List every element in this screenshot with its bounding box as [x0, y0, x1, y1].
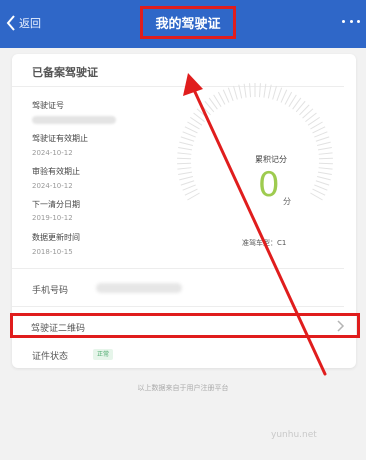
status-label: 证件状态 — [32, 352, 69, 362]
gauge-tick — [179, 141, 194, 147]
license-expiry-label: 驾驶证有效期止 — [32, 134, 88, 143]
score-value: 0 — [258, 165, 280, 205]
gauge-tick — [316, 141, 331, 147]
score-label: 累积记分 — [255, 155, 287, 164]
gauge-tick — [243, 83, 247, 98]
next-clear-date-label: 下一清分日期 — [32, 200, 80, 209]
divider — [12, 306, 344, 307]
back-label: 返回 — [19, 17, 41, 30]
gauge-tick — [179, 175, 194, 181]
page-title: 我的驾驶证 — [140, 6, 236, 39]
card-title: 已备案驾驶证 — [32, 66, 98, 79]
gauge-tick — [312, 126, 326, 134]
license-expiry-value: 2024-10-12 — [32, 149, 73, 157]
gauge-tick — [249, 83, 252, 98]
divider — [12, 268, 344, 269]
gauge-tick — [187, 192, 200, 201]
gauge-tick — [314, 131, 328, 138]
chevron-right-icon — [337, 320, 345, 332]
gauge-tick — [318, 167, 333, 170]
gauge-tick — [314, 184, 328, 191]
gauge-tick — [187, 121, 200, 130]
gauge-tick — [180, 136, 195, 142]
gauge-tick — [267, 84, 272, 99]
gauge-tick — [280, 89, 288, 103]
gauge-tick — [184, 188, 198, 196]
gauge-tick — [178, 146, 193, 151]
gauge-tick — [310, 192, 323, 201]
qr-code-label: 驾驶证二维码 — [31, 324, 86, 334]
gauge-tick — [317, 146, 332, 151]
page-title-text: 我的驾驶证 — [155, 17, 221, 32]
gauge-tick — [284, 91, 293, 105]
inspection-expiry-value: 2024-10-12 — [32, 182, 73, 190]
gauge-tick — [310, 121, 323, 130]
license-number-label: 驾驶证号 — [32, 101, 64, 110]
gauge-tick — [227, 87, 234, 102]
gauge-tick — [184, 126, 198, 134]
gauge-tick — [238, 84, 243, 99]
gauge-tick — [182, 131, 196, 138]
gauge-tick — [217, 91, 226, 105]
score-unit: 分 — [283, 197, 291, 206]
license-number-value — [32, 116, 116, 124]
gauge-tick — [258, 83, 261, 98]
gauge-tick — [312, 188, 326, 196]
watermark: yunhu.net — [271, 430, 317, 440]
gauge-tick — [315, 180, 330, 186]
phone-label: 手机号码 — [32, 286, 69, 296]
status-badge: 正常 — [93, 349, 114, 360]
gauge-tick — [182, 184, 196, 191]
gauge-tick — [315, 136, 330, 142]
top-nav-bar: 返回 我的驾驶证 — [0, 0, 366, 48]
qr-code-row[interactable]: 驾驶证二维码 — [10, 313, 360, 338]
gauge-tick — [180, 180, 195, 186]
screen: 返回 我的驾驶证 已备案驾驶证 驾驶证号 驾驶证有效期止 2024-10-12 … — [0, 0, 366, 460]
gauge-tick — [318, 152, 333, 155]
vehicle-type: 准驾车型：C1 — [242, 239, 287, 247]
gauge-tick — [233, 85, 238, 100]
gauge-tick — [177, 152, 192, 155]
gauge-tick — [178, 171, 193, 176]
more-options-icon[interactable] — [342, 14, 360, 28]
update-time-label: 数据更新时间 — [32, 233, 80, 242]
gauge-tick — [316, 175, 331, 181]
gauge-tick — [177, 167, 192, 170]
next-clear-date-value: 2019-10-12 — [32, 214, 73, 222]
gauge-tick — [222, 89, 230, 103]
footer-note: 以上数据来自于用户注册平台 — [137, 384, 229, 392]
phone-value — [96, 283, 182, 293]
gauge-tick — [272, 85, 277, 100]
back-button[interactable]: 返回 — [6, 12, 41, 34]
chevron-left-icon — [6, 15, 15, 31]
update-time-value: 2018-10-15 — [32, 248, 73, 256]
gauge-tick — [276, 87, 283, 102]
gauge-tick — [317, 171, 332, 176]
inspection-expiry-label: 审验有效期止 — [32, 167, 80, 176]
gauge-tick — [263, 83, 267, 98]
